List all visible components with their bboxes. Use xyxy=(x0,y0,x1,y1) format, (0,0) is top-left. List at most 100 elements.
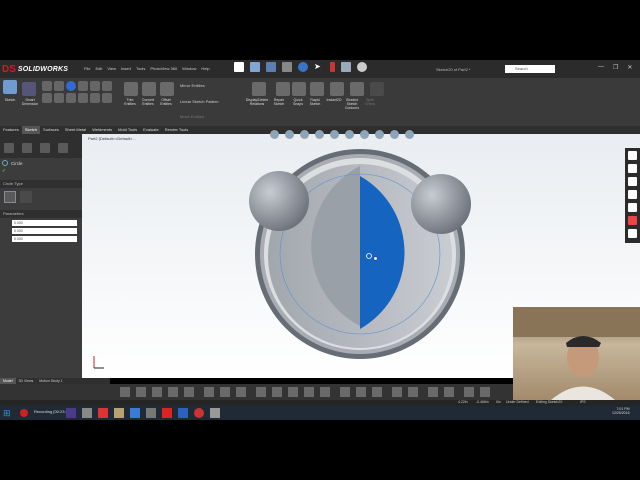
shortcut-icon[interactable] xyxy=(444,387,454,397)
shortcut-icon[interactable] xyxy=(288,387,298,397)
text-icon[interactable] xyxy=(54,93,64,103)
app-icon[interactable] xyxy=(178,408,188,418)
close-button[interactable]: ✕ xyxy=(627,64,632,71)
tab-surfaces[interactable]: Surfaces xyxy=(40,126,62,134)
menu-view[interactable]: View xyxy=(107,66,116,71)
app-icon[interactable] xyxy=(114,408,124,418)
trim-entities-icon[interactable] xyxy=(124,82,138,96)
sketch-icon[interactable] xyxy=(3,80,17,94)
select-pointer-icon[interactable]: ➤ xyxy=(314,62,324,72)
shortcut-icon[interactable] xyxy=(120,387,130,397)
repair-sketch-icon[interactable] xyxy=(276,82,290,96)
search-input[interactable]: Search xyxy=(505,65,555,73)
menu-window[interactable]: Window xyxy=(182,66,196,71)
menu-edit[interactable]: Edit xyxy=(95,66,102,71)
parameters-section[interactable]: Parameters xyxy=(0,210,82,218)
zoom-area-icon[interactable] xyxy=(285,130,294,139)
rebuild-icon[interactable] xyxy=(330,62,335,72)
tab-weldments[interactable]: Weldments xyxy=(89,126,115,134)
app-icon[interactable] xyxy=(130,408,140,418)
shortcut-icon[interactable] xyxy=(340,387,350,397)
shortcut-icon[interactable] xyxy=(392,387,402,397)
linear-pattern-item[interactable]: Linear Sketch Pattern xyxy=(180,99,218,104)
tab-render-tools[interactable]: Render Tools xyxy=(162,126,192,134)
menu-tools[interactable]: Tools xyxy=(136,66,145,71)
menu-help[interactable]: Help xyxy=(201,66,209,71)
save-icon[interactable] xyxy=(266,62,276,72)
app-icon[interactable] xyxy=(146,408,156,418)
shortcut-icon[interactable] xyxy=(372,387,382,397)
plane-icon[interactable] xyxy=(90,93,100,103)
design-library-icon[interactable] xyxy=(628,177,637,186)
view-settings-icon[interactable] xyxy=(405,130,414,139)
home-icon[interactable] xyxy=(628,151,637,160)
shortcut-icon[interactable] xyxy=(204,387,214,397)
resources-icon[interactable] xyxy=(628,164,637,173)
ellipse-icon[interactable] xyxy=(102,93,112,103)
move-entities-item[interactable]: Move Entities xyxy=(180,114,204,119)
property-manager-icon[interactable] xyxy=(22,143,32,153)
configuration-manager-icon[interactable] xyxy=(40,143,50,153)
options-gear-icon[interactable] xyxy=(357,62,367,72)
solidworks-taskbar-icon[interactable] xyxy=(162,408,172,418)
shortcut-icon[interactable] xyxy=(136,387,146,397)
appearance-icon[interactable] xyxy=(375,130,384,139)
shortcut-icon[interactable] xyxy=(256,387,266,397)
convert-entities-icon[interactable] xyxy=(142,82,156,96)
perimeter-circle-icon[interactable] xyxy=(20,191,32,203)
restore-button[interactable]: ❐ xyxy=(613,64,618,71)
print-icon[interactable] xyxy=(282,62,292,72)
shortcut-icon[interactable] xyxy=(304,387,314,397)
custom-properties-icon[interactable] xyxy=(628,229,637,238)
undo-icon[interactable] xyxy=(298,62,308,72)
shortcut-icon[interactable] xyxy=(464,387,474,397)
minimize-button[interactable]: — xyxy=(598,64,604,71)
file-properties-icon[interactable] xyxy=(341,62,351,72)
clock[interactable]: 7:01 PM 12/25/2016 xyxy=(612,407,630,415)
polygon-icon[interactable] xyxy=(42,93,52,103)
tab-mold-tools[interactable]: Mold Tools xyxy=(115,126,140,134)
app-icon[interactable] xyxy=(210,408,220,418)
radius-field[interactable]: 0.000 xyxy=(12,236,77,242)
point-icon[interactable] xyxy=(78,93,88,103)
hide-show-icon[interactable] xyxy=(360,130,369,139)
fillet-icon[interactable] xyxy=(66,93,76,103)
circle-type-section[interactable]: Circle Type xyxy=(0,180,82,188)
smart-dimension-icon[interactable] xyxy=(22,82,36,96)
instant2d-icon[interactable] xyxy=(330,82,344,96)
center-x-field[interactable]: 0.000 xyxy=(12,220,77,226)
open-icon[interactable] xyxy=(250,62,260,72)
mirror-entities-item[interactable]: Mirror Entities xyxy=(180,83,205,88)
windows-start-icon[interactable]: ⊞ xyxy=(3,407,13,419)
shortcut-icon[interactable] xyxy=(236,387,246,397)
ok-check-icon[interactable]: ✔ xyxy=(2,168,6,174)
shortcut-icon[interactable] xyxy=(408,387,418,397)
view-orientation-icon[interactable] xyxy=(330,130,339,139)
rapid-sketch-icon[interactable] xyxy=(310,82,324,96)
file-explorer-icon[interactable] xyxy=(628,190,637,199)
record-icon[interactable] xyxy=(20,409,28,417)
feature-tree-icon[interactable] xyxy=(4,143,14,153)
tab-sketch[interactable]: Sketch xyxy=(21,126,41,134)
shaded-contours-icon[interactable] xyxy=(350,82,364,96)
arc-icon[interactable] xyxy=(102,81,112,91)
tab-sheet-metal[interactable]: Sheet Metal xyxy=(62,126,89,134)
shortcut-icon[interactable] xyxy=(356,387,366,397)
feature-tree-flyout[interactable]: Part2 (Default<<Default>... xyxy=(88,136,136,141)
tab-evaluate[interactable]: Evaluate xyxy=(140,126,162,134)
shortcut-icon[interactable] xyxy=(168,387,178,397)
shortcut-icon[interactable] xyxy=(184,387,194,397)
display-relations-icon[interactable] xyxy=(252,82,266,96)
circle-icon[interactable] xyxy=(66,81,76,91)
menu-file[interactable]: File xyxy=(84,66,90,71)
rectangle-icon[interactable] xyxy=(54,81,64,91)
line-icon[interactable] xyxy=(42,81,52,91)
adobe-icon[interactable] xyxy=(98,408,108,418)
tab-features[interactable]: Features xyxy=(0,126,22,134)
center-circle-icon[interactable] xyxy=(4,191,16,203)
menu-insert[interactable]: Insert xyxy=(121,66,131,71)
spline-icon[interactable] xyxy=(78,81,88,91)
new-document-icon[interactable] xyxy=(234,62,244,72)
shortcut-icon[interactable] xyxy=(272,387,282,397)
section-view-icon[interactable] xyxy=(315,130,324,139)
